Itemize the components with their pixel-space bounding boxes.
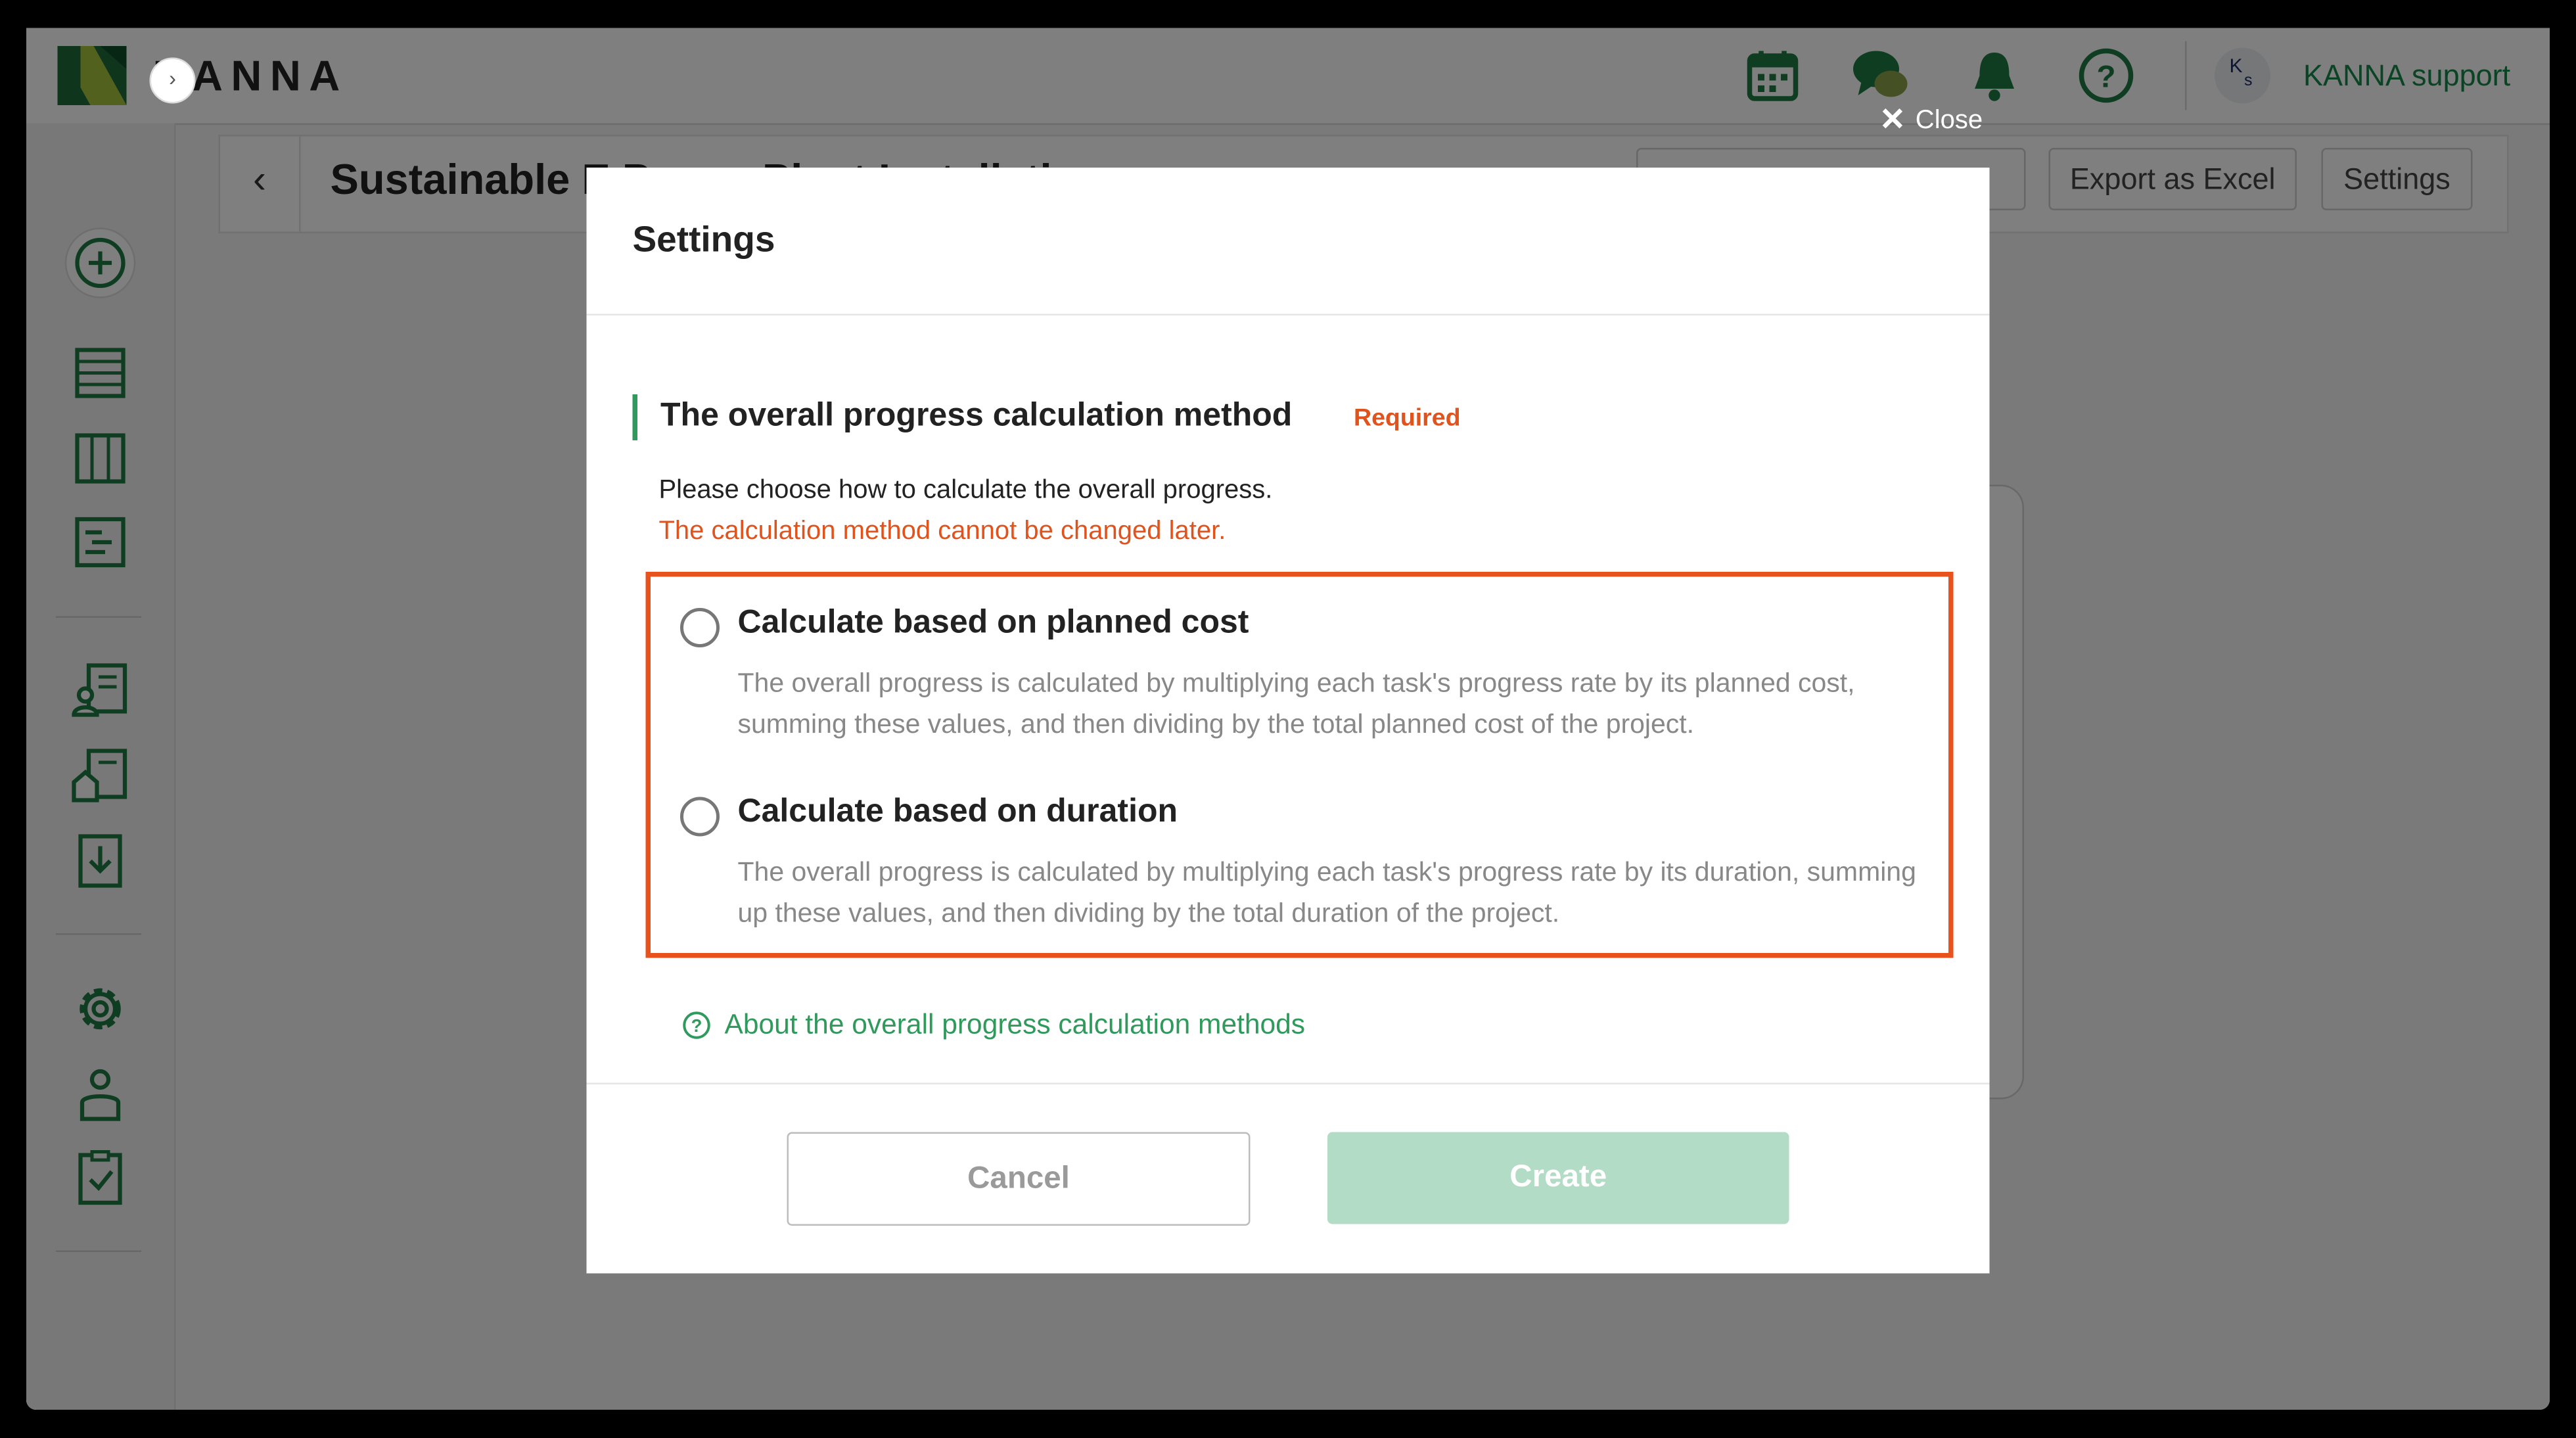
close-icon: ✕ <box>1879 103 1906 139</box>
option-desc-duration: The overall progress is calculated by mu… <box>737 858 1916 929</box>
modal-title: Settings <box>632 218 775 260</box>
svg-text:?: ? <box>691 1015 702 1036</box>
required-badge: Required <box>1354 404 1461 432</box>
section-accent-bar <box>632 394 637 440</box>
section-warning: The calculation method cannot be changed… <box>658 517 1226 546</box>
help-link-label: About the overall progress calculation m… <box>724 1009 1306 1040</box>
sidebar-toggle-button[interactable]: › <box>149 57 196 104</box>
section-description: Please choose how to calculate the overa… <box>658 476 1273 505</box>
close-button[interactable]: ✕ Close <box>1879 102 1983 140</box>
cancel-button[interactable]: Cancel <box>787 1132 1251 1226</box>
modal-footer-divider <box>586 1082 1990 1084</box>
settings-modal: Settings The overall progress calculatio… <box>586 168 1990 1274</box>
close-label: Close <box>1915 106 1983 134</box>
app-window: KANNA ? K s KANNA support <box>26 28 2550 1410</box>
help-link[interactable]: ? About the overall progress calculation… <box>682 1009 1306 1042</box>
section-title: The overall progress calculation method <box>660 398 1293 434</box>
option-title-duration[interactable]: Calculate based on duration <box>738 794 1178 832</box>
radio-planned-cost[interactable] <box>680 608 720 647</box>
radio-duration[interactable] <box>680 797 720 837</box>
modal-header: Settings <box>586 168 1990 315</box>
question-circle-icon: ? <box>683 1011 710 1039</box>
create-button[interactable]: Create <box>1327 1132 1789 1224</box>
option-title-planned-cost[interactable]: Calculate based on planned cost <box>738 605 1249 643</box>
option-desc-planned-cost: The overall progress is calculated by mu… <box>737 668 1855 740</box>
calculation-method-options: Calculate based on planned cost The over… <box>645 572 1954 958</box>
